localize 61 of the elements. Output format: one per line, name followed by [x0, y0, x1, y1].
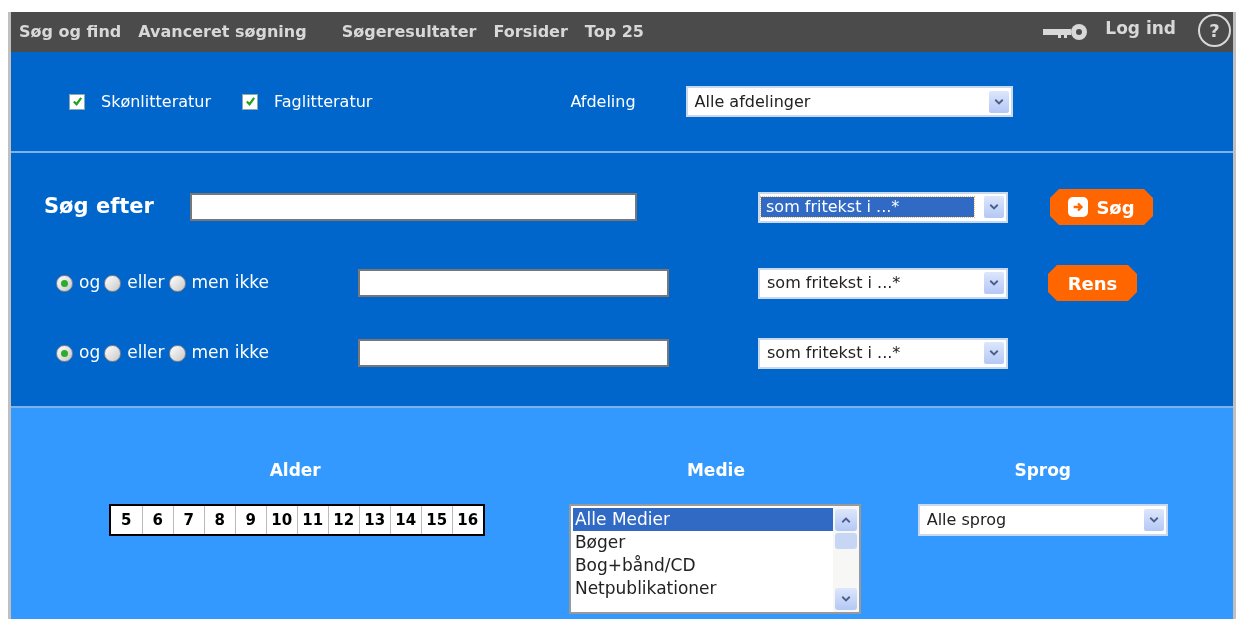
checkbox-label: Faglitteratur [274, 90, 373, 113]
age-option[interactable]: 9 [234, 506, 266, 534]
radio-button[interactable] [104, 274, 122, 292]
nav-link[interactable]: Søgeresultater [341, 20, 477, 44]
radio-button[interactable] [168, 274, 186, 292]
checkmark-icon [71, 96, 83, 107]
list-option[interactable]: Netpublikationer [572, 577, 833, 600]
facet-title: Medie [686, 459, 745, 482]
age-option[interactable]: 8 [203, 506, 235, 534]
radio-button[interactable] [56, 344, 73, 362]
media-listbox[interactable]: Alle Medier Bøger Bog+bånd/CD Netpublikationer [568, 504, 861, 614]
checkmark-icon [244, 96, 256, 107]
scrollbar[interactable] [832, 506, 859, 612]
scroll-thumb[interactable] [834, 533, 857, 549]
search-input[interactable] [190, 193, 637, 221]
help-button[interactable]: ? [1198, 13, 1231, 47]
radio-label: men ikke [191, 341, 270, 365]
dropdown[interactable]: som fritekst i ...* [758, 337, 1008, 369]
dropdown[interactable]: som fritekst i ...* [758, 191, 1008, 223]
radio-button[interactable] [56, 274, 73, 292]
nav-link[interactable]: Top 25 [584, 20, 644, 44]
dropdown[interactable]: Alle sprog [917, 504, 1168, 536]
radio-label: og [79, 271, 101, 295]
radio-label: og [79, 341, 101, 365]
radio-label: men ikke [191, 271, 270, 295]
checkbox-label: Skønlitteratur [101, 90, 211, 113]
field-label: Afdeling [570, 90, 636, 113]
key-icon [1041, 22, 1090, 42]
age-option[interactable]: 5 [110, 506, 142, 534]
list-option[interactable]: Bøger [572, 531, 833, 554]
age-option[interactable]: 11 [296, 506, 328, 534]
search-input[interactable] [358, 339, 669, 367]
search-label: Søg efter [44, 193, 155, 221]
age-selector[interactable]: 5 6 7 8 9 10 11 12 13 14 15 16 [108, 504, 485, 536]
login-link[interactable]: Log ind [1105, 16, 1176, 42]
age-option[interactable]: 6 [141, 506, 173, 534]
radio-label: eller [127, 271, 165, 295]
age-option[interactable]: 15 [420, 506, 452, 534]
radio-label: eller [127, 341, 165, 365]
list-option[interactable]: Bog+bånd/CD [572, 554, 833, 577]
dropdown[interactable]: som fritekst i ...* [758, 267, 1008, 299]
facet-title: Sprog [1014, 459, 1072, 482]
age-option[interactable]: 7 [172, 506, 204, 534]
facet-title: Alder [269, 459, 321, 482]
checkbox[interactable] [242, 93, 258, 110]
age-option[interactable]: 14 [389, 506, 421, 534]
nav-link[interactable]: Forsider [493, 20, 568, 44]
list-option[interactable]: Alle Medier [572, 508, 833, 531]
nav-link[interactable]: Søg og find [19, 20, 122, 44]
checkbox[interactable] [69, 93, 85, 110]
age-option[interactable]: 13 [358, 506, 390, 534]
scroll-up-icon[interactable] [834, 509, 857, 531]
radio-button[interactable] [104, 344, 122, 362]
dropdown[interactable]: Alle afdelinger [685, 86, 1013, 117]
age-option[interactable]: 10 [265, 506, 297, 534]
nav-link[interactable]: Avanceret søgning [138, 20, 307, 44]
age-option[interactable]: 12 [327, 506, 359, 534]
search-input[interactable] [358, 269, 669, 297]
radio-button[interactable] [168, 344, 186, 362]
scroll-down-icon[interactable] [834, 588, 857, 610]
age-option[interactable]: 16 [451, 506, 483, 534]
